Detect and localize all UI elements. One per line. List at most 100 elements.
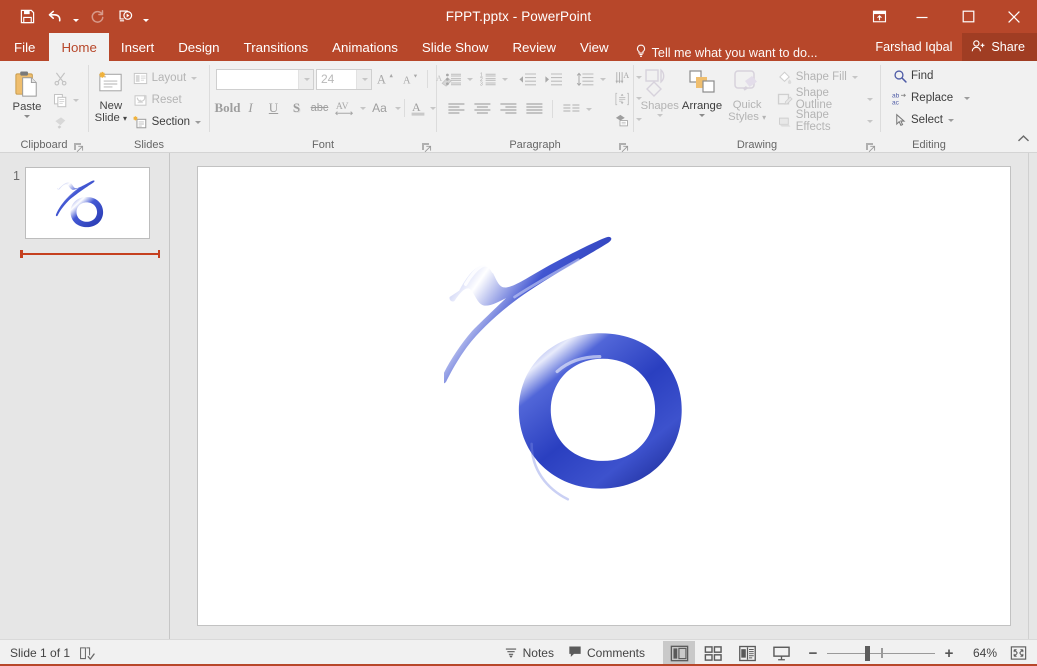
slide-thumbnail-1[interactable]	[25, 167, 150, 239]
tab-insert[interactable]: Insert	[109, 33, 166, 61]
format-painter-button[interactable]	[49, 111, 82, 133]
paste-button[interactable]: Paste	[5, 65, 49, 118]
tell-me-search[interactable]: Tell me what you want to do...	[635, 44, 818, 61]
align-right-icon[interactable]	[495, 98, 521, 120]
font-color-caret[interactable]	[430, 106, 436, 110]
font-name-combo[interactable]	[216, 68, 314, 90]
shrink-font-icon[interactable]: A	[399, 68, 422, 90]
font-size-caret[interactable]	[356, 69, 371, 89]
copy-button[interactable]	[49, 89, 82, 111]
comments-button[interactable]: Comments	[562, 642, 651, 664]
select-button[interactable]: Select	[889, 109, 973, 131]
arrange-button[interactable]: Arrange	[679, 64, 724, 117]
bullets-icon[interactable]	[443, 68, 465, 90]
shape-effects-caret[interactable]	[867, 119, 874, 123]
new-slide-button[interactable]: New Slide ▾	[94, 65, 128, 124]
view-slide-sorter[interactable]	[697, 641, 729, 665]
tab-home[interactable]: Home	[49, 33, 109, 61]
save-icon[interactable]	[14, 5, 40, 29]
font-dialog-launcher[interactable]	[421, 140, 432, 153]
underline-button[interactable]: U	[262, 97, 285, 119]
italic-button[interactable]: I	[239, 97, 262, 119]
font-color-icon[interactable]: A	[408, 97, 428, 119]
grow-font-icon[interactable]: A	[374, 68, 397, 90]
undo-dropdown-caret[interactable]	[70, 5, 82, 29]
shape-outline-button[interactable]: Shape Outline	[774, 87, 876, 111]
align-justify-icon[interactable]	[521, 98, 547, 120]
tab-slide-show[interactable]: Slide Show	[410, 33, 501, 61]
decrease-indent-icon[interactable]	[514, 68, 540, 90]
reset-button[interactable]: Reset	[130, 89, 204, 111]
paste-caret[interactable]	[24, 115, 30, 118]
zoom-in-button[interactable]: +	[941, 643, 957, 663]
slideshow-icon[interactable]	[112, 5, 138, 29]
fit-window-icon[interactable]	[1007, 643, 1029, 663]
change-case-button[interactable]: Aa	[366, 97, 393, 119]
numbering-caret[interactable]	[502, 77, 508, 81]
capricorn-zodiac-symbol[interactable]	[443, 231, 764, 561]
redo-icon[interactable]	[84, 5, 110, 29]
zoom-slider[interactable]	[827, 643, 935, 663]
tab-file[interactable]: File	[0, 33, 49, 61]
bold-button[interactable]: Bold	[215, 97, 241, 119]
view-reading[interactable]	[731, 641, 763, 665]
change-case-caret[interactable]	[395, 106, 401, 110]
minimize-icon[interactable]	[899, 0, 945, 33]
section-button[interactable]: Section	[130, 111, 204, 133]
font-size-combo[interactable]: 24	[316, 68, 372, 90]
collapse-ribbon-button[interactable]	[1016, 132, 1031, 150]
notes-button[interactable]: Notes	[498, 642, 560, 664]
quick-styles-button[interactable]: Quick Styles ▾	[725, 64, 770, 123]
cut-button[interactable]	[49, 67, 82, 89]
maximize-icon[interactable]	[945, 0, 991, 33]
replace-button[interactable]: ab ac Replace	[889, 87, 973, 109]
numbering-icon[interactable]: 123	[478, 68, 500, 90]
increase-indent-icon[interactable]	[540, 68, 566, 90]
drawing-dialog-launcher[interactable]	[865, 140, 876, 153]
columns-icon[interactable]	[558, 98, 584, 120]
view-slide-show[interactable]	[765, 641, 797, 665]
vertical-scrollbar[interactable]	[1028, 153, 1037, 639]
account-name[interactable]: Farshad Iqbal	[865, 40, 962, 54]
tab-transitions[interactable]: Transitions	[232, 33, 321, 61]
columns-caret[interactable]	[586, 107, 592, 111]
shape-fill-caret[interactable]	[851, 75, 858, 79]
tab-review[interactable]: Review	[500, 33, 568, 61]
shape-fill-button[interactable]: Shape Fill	[774, 66, 876, 88]
align-left-icon[interactable]	[443, 98, 469, 120]
font-name-caret[interactable]	[298, 69, 313, 89]
zoom-slider-handle[interactable]	[864, 646, 870, 661]
paragraph-dialog-launcher[interactable]	[618, 140, 629, 153]
current-slide[interactable]	[196, 166, 1011, 626]
line-spacing-caret[interactable]	[600, 77, 606, 81]
slide-indicator[interactable]: Slide 1 of 1	[10, 646, 70, 660]
arrange-caret[interactable]	[699, 114, 706, 117]
shapes-caret[interactable]	[656, 114, 663, 117]
zoom-percent[interactable]: 64%	[963, 646, 997, 660]
clipboard-dialog-launcher[interactable]	[73, 140, 84, 153]
strikethrough-button[interactable]: abc	[308, 97, 331, 119]
tab-design[interactable]: Design	[166, 33, 231, 61]
ribbon-display-icon[interactable]	[859, 0, 899, 33]
replace-caret[interactable]	[964, 96, 971, 100]
spell-check-icon[interactable]	[79, 646, 96, 661]
bullets-caret[interactable]	[467, 77, 473, 81]
shape-outline-caret[interactable]	[867, 97, 874, 101]
char-spacing-icon[interactable]: AV	[331, 97, 358, 119]
undo-icon[interactable]	[42, 5, 68, 29]
close-icon[interactable]	[991, 0, 1037, 33]
shapes-button[interactable]: Shapes	[640, 64, 679, 117]
tab-view[interactable]: View	[568, 33, 621, 61]
find-button[interactable]: Find	[889, 65, 973, 87]
section-caret[interactable]	[195, 120, 201, 124]
layout-button[interactable]: Layout	[130, 67, 204, 89]
shape-effects-button[interactable]: Shape Effects	[774, 109, 876, 133]
customize-qat-caret[interactable]	[140, 5, 152, 29]
align-center-icon[interactable]	[469, 98, 495, 120]
zoom-out-button[interactable]: −	[805, 643, 821, 663]
share-button[interactable]: Share	[962, 33, 1037, 61]
line-spacing-icon[interactable]	[572, 68, 598, 90]
layout-caret[interactable]	[191, 76, 198, 80]
select-caret[interactable]	[947, 118, 954, 122]
tab-animations[interactable]: Animations	[320, 33, 410, 61]
